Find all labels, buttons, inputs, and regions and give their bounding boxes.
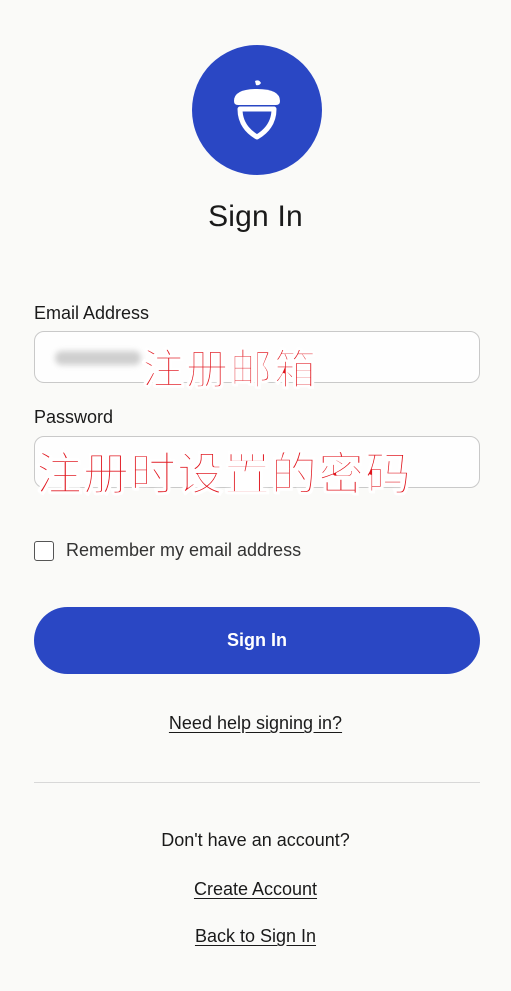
brand-logo	[192, 45, 322, 175]
acorn-icon	[234, 80, 280, 140]
sign-in-button[interactable]: Sign In	[34, 607, 480, 674]
sign-in-page: Sign In Email Address 注册邮箱 Password 注册时设…	[0, 0, 511, 991]
blurred-email-value	[55, 351, 141, 365]
email-annotation: 注册邮箱	[141, 345, 319, 395]
no-account-text: Don't have an account?	[161, 830, 350, 850]
page-title: Sign In	[208, 200, 303, 233]
password-annotation: 注册时设置的密码	[36, 447, 412, 502]
password-label: Password	[34, 407, 114, 427]
divider	[34, 782, 480, 783]
create-account-link[interactable]: Create Account	[0, 879, 511, 900]
email-label: Email Address	[34, 303, 150, 323]
remember-email-label[interactable]: Remember my email address	[66, 540, 301, 561]
back-to-sign-in-link[interactable]: Back to Sign In	[0, 926, 511, 947]
need-help-link[interactable]: Need help signing in?	[0, 713, 511, 734]
remember-email-checkbox[interactable]	[34, 541, 54, 561]
